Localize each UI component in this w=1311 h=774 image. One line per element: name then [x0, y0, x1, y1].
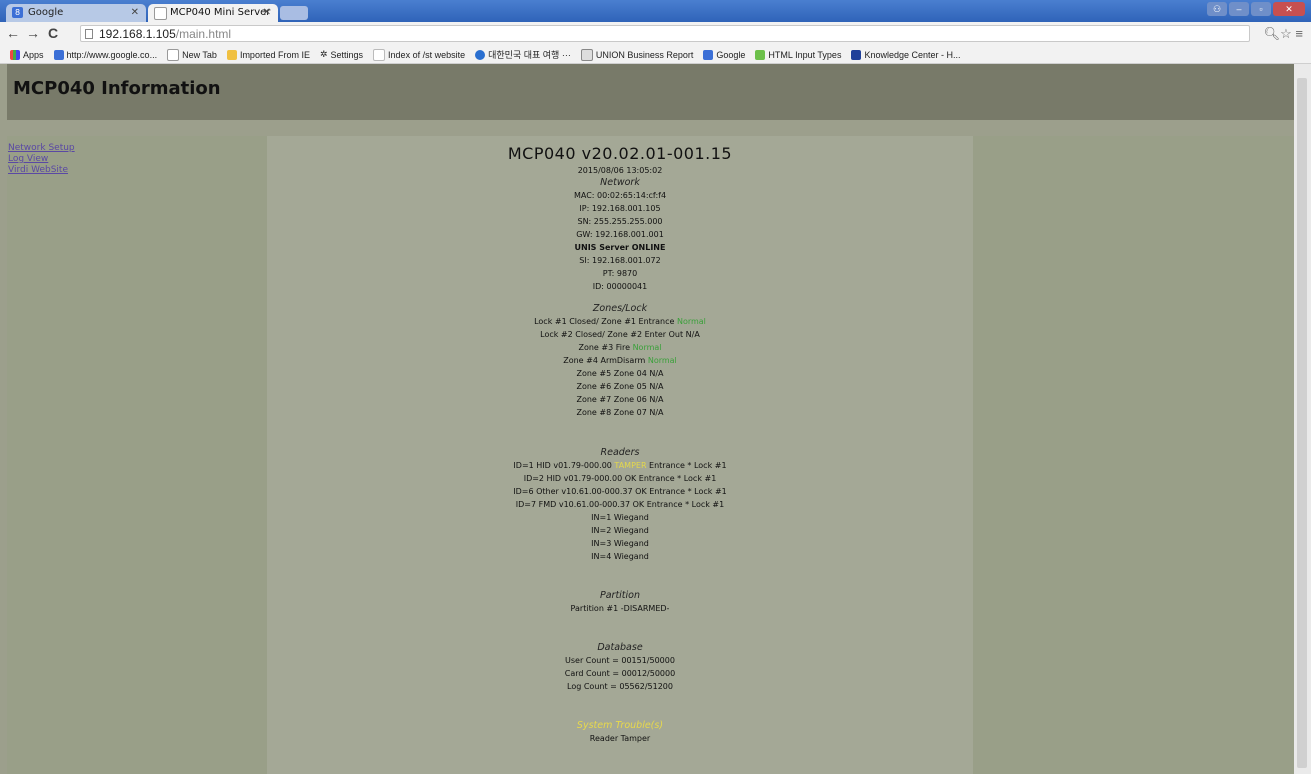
- window-controls: ⚇ – ▫ ✕: [1207, 2, 1305, 16]
- html5-icon: [755, 49, 766, 60]
- globe-icon: [475, 49, 486, 60]
- nav-log-view[interactable]: Log View: [8, 154, 75, 165]
- server-ip: SI: 192.168.001.072: [579, 256, 661, 265]
- database-heading: Database: [597, 642, 643, 653]
- nav-virdi-website[interactable]: Virdi WebSite: [8, 165, 75, 176]
- zone-line: Zone #3 Fire Normal: [578, 343, 662, 352]
- bookmark-google-url[interactable]: http://www.google.co...: [53, 49, 157, 60]
- zone-line: Zone #7 Zone 06 N/A: [576, 395, 664, 404]
- input-line: IN=3 Wiegand: [591, 539, 649, 548]
- page-title: MCP040 Information: [13, 78, 221, 99]
- partition-heading: Partition: [599, 590, 641, 601]
- close-icon[interactable]: ✕: [131, 4, 139, 22]
- tab-label: MCP040 Mini Server: [170, 7, 271, 18]
- bookmark-settings[interactable]: ✲ Settings: [320, 49, 363, 60]
- right-column: [973, 136, 1294, 774]
- bookmarks-bar: Apps http://www.google.co... New Tab Imp…: [0, 46, 1311, 64]
- vertical-scrollbar[interactable]: [1294, 64, 1311, 774]
- bookmark-index[interactable]: Index of /st website: [373, 48, 465, 61]
- bookmark-google[interactable]: Google: [703, 49, 745, 60]
- maximize-button[interactable]: ▫: [1251, 2, 1271, 16]
- status-normal: Normal: [647, 356, 677, 365]
- page-header: MCP040 Information: [7, 64, 1294, 120]
- sidebar: Network Setup Log View Virdi WebSite: [7, 136, 267, 774]
- close-window-button[interactable]: ✕: [1273, 2, 1305, 16]
- google-icon: 8: [12, 7, 23, 18]
- zone-line: Zone #5 Zone 04 N/A: [576, 369, 664, 378]
- bookmark-imported-ie[interactable]: Imported From IE: [226, 49, 310, 60]
- bookmark-knowledge[interactable]: Knowledge Center - H...: [851, 49, 961, 60]
- folder-icon: [226, 49, 237, 60]
- ip-address: IP: 192.168.001.105: [579, 204, 661, 213]
- input-line: IN=1 Wiegand: [591, 513, 649, 522]
- reader-line: ID=2 HID v01.79-000.00 OK Entrance * Loc…: [523, 474, 717, 483]
- page-icon: [373, 48, 386, 61]
- zone-line: Zone #6 Zone 05 N/A: [576, 382, 664, 391]
- google-icon: [703, 49, 714, 60]
- mac-address: MAC: 00:02:65:14:cf:f4: [573, 191, 667, 200]
- datetime: 2015/08/06 13:05:02: [577, 166, 663, 175]
- gateway: GW: 192.168.001.001: [576, 230, 664, 239]
- input-line: IN=2 Wiegand: [591, 526, 649, 535]
- toolbar: ← → C 192.168.1.105/main.html 🔍︎☆ ≡: [0, 22, 1311, 46]
- user-icon[interactable]: ⚇: [1207, 2, 1227, 16]
- terminal-id: ID: 00000041: [592, 282, 648, 291]
- tab-label: Google: [28, 7, 64, 18]
- url-host: 192.168.1.105: [99, 27, 176, 41]
- subnet-mask: SN: 255.255.255.000: [577, 217, 663, 226]
- network-heading: Network: [600, 177, 640, 188]
- reader-line: ID=1 HID v01.79-000.00 TAMPER Entrance *…: [513, 461, 727, 470]
- system-trouble-heading: System Trouble(s): [576, 720, 664, 731]
- zone-line: Zone #4 ArmDisarm Normal: [563, 356, 677, 365]
- apps-grid-icon: [10, 49, 20, 60]
- reload-icon[interactable]: C: [48, 25, 58, 41]
- forward-arrow-icon[interactable]: →: [26, 25, 40, 41]
- gear-icon: ✲: [319, 49, 328, 59]
- google-icon: [53, 49, 64, 60]
- zoom-star-menu-icons[interactable]: 🔍︎☆ ≡: [1264, 26, 1303, 42]
- chart-icon: [580, 48, 593, 61]
- tab-mcp040[interactable]: MCP040 Mini Server ✕: [148, 4, 278, 22]
- info-panel: MCP040 v20.02.01-001.15 2015/08/06 13:05…: [267, 136, 973, 774]
- bookmark-apps[interactable]: Apps: [10, 49, 44, 60]
- tab-google[interactable]: 8 Google ✕: [6, 4, 146, 22]
- bookmark-new-tab[interactable]: New Tab: [167, 48, 217, 61]
- bookmark-korea-travel[interactable]: 대한민국 대표 여행 ···: [475, 48, 571, 61]
- readers-heading: Readers: [600, 447, 640, 458]
- address-bar[interactable]: 192.168.1.105/main.html: [80, 25, 1250, 42]
- back-arrow-icon[interactable]: ←: [6, 25, 20, 41]
- server-port: PT: 9870: [602, 269, 638, 278]
- server-status: UNIS Server ONLINE: [574, 243, 666, 252]
- zone-line: Lock #1 Closed/ Zone #1 Entrance Normal: [534, 317, 706, 326]
- tamper-flag: TAMPER: [614, 461, 647, 470]
- page-icon: [167, 48, 180, 61]
- zone-line: Lock #2 Closed/ Zone #2 Enter Out N/A: [540, 330, 700, 339]
- minimize-button[interactable]: –: [1229, 2, 1249, 16]
- browser-title-bar: 8 Google ✕ MCP040 Mini Server ✕ ⚇ – ▫ ✕: [0, 0, 1311, 22]
- page-icon: [85, 29, 93, 39]
- partition-status: Partition #1 -DISARMED-: [570, 604, 670, 613]
- bookmark-union-report[interactable]: UNION Business Report: [580, 48, 693, 61]
- zone-line: Zone #8 Zone 07 N/A: [576, 408, 664, 417]
- url-path: /main.html: [175, 27, 232, 41]
- status-normal: Normal: [676, 317, 706, 326]
- knowledge-icon: [851, 49, 862, 60]
- log-count: Log Count = 05562/51200: [567, 682, 673, 691]
- firmware-version: MCP040 v20.02.01-001.15: [507, 144, 733, 163]
- page-icon: [154, 7, 167, 20]
- bookmark-html-input[interactable]: HTML Input Types: [755, 49, 841, 60]
- reader-line: ID=6 Other v10.61.00-000.37 OK Entrance …: [513, 487, 727, 496]
- status-normal: Normal: [632, 343, 662, 352]
- trouble-line: Reader Tamper: [589, 734, 651, 743]
- user-count: User Count = 00151/50000: [565, 656, 675, 665]
- card-count: Card Count = 00012/50000: [564, 669, 676, 678]
- nav-network-setup[interactable]: Network Setup: [8, 143, 75, 154]
- reader-line: ID=7 FMD v10.61.00-000.37 OK Entrance * …: [515, 500, 725, 509]
- scrollbar-thumb[interactable]: [1297, 78, 1307, 768]
- new-tab-button[interactable]: [280, 6, 308, 20]
- input-line: IN=4 Wiegand: [591, 552, 649, 561]
- close-icon[interactable]: ✕: [263, 4, 271, 22]
- zones-heading: Zones/Lock: [592, 303, 648, 314]
